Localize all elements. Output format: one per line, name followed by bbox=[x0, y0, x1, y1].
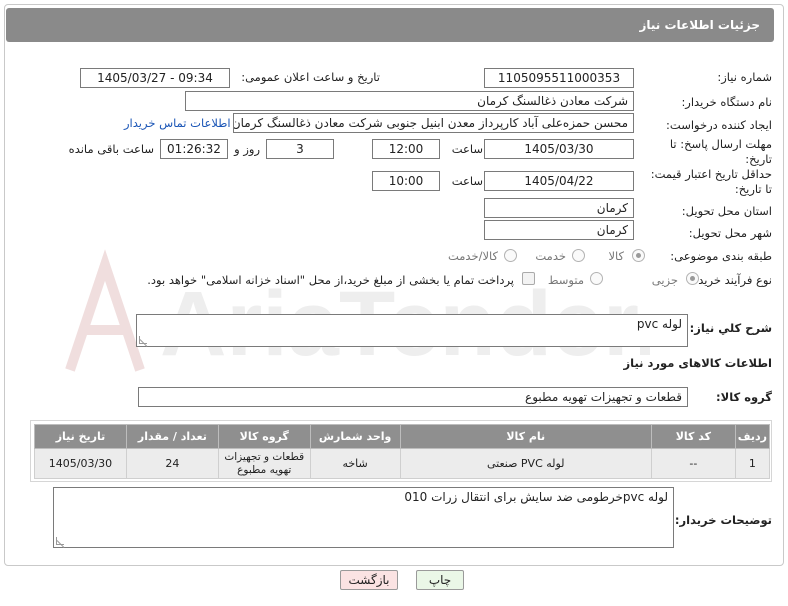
goods-group-label: گروه کالا: bbox=[716, 390, 772, 404]
process-minor-label: جزیی bbox=[651, 273, 678, 287]
treasury-payment-note: پرداخت تمام یا بخشی از مبلغ خرید،از محل … bbox=[147, 273, 514, 287]
city-label: شهر محل تحویل: bbox=[688, 226, 772, 240]
validity-date-field: 1405/04/22 bbox=[484, 171, 634, 191]
deadline-date-field: 1405/03/30 bbox=[484, 139, 634, 159]
deadline-time-label: ساعت bbox=[451, 142, 483, 156]
resize-grip[interactable] bbox=[139, 336, 147, 344]
buyer-org-label: نام دستگاه خریدار: bbox=[681, 95, 772, 109]
buyer-notes-textarea: لوله pvcخرطومی ضد سایش برای انتقال زرات … bbox=[53, 487, 674, 548]
process-radio-medium[interactable] bbox=[590, 272, 603, 285]
process-medium-label: متوسط bbox=[547, 273, 584, 287]
category-label: طبقه بندی موضوعی: bbox=[670, 249, 772, 263]
buyer-org-field: شرکت معادن ذغالسنگ کرمان bbox=[185, 91, 634, 111]
cell-date: 1405/03/30 bbox=[34, 448, 127, 479]
requester-field: محسن حمزه‌علی آباد کارپرداز معدن ابنیل ج… bbox=[233, 113, 634, 133]
summary-label: شرح کلي نياز: bbox=[689, 321, 772, 335]
back-button[interactable]: بازگشت bbox=[340, 570, 398, 590]
print-button[interactable]: چاپ bbox=[416, 570, 464, 590]
category-radio-service[interactable] bbox=[572, 249, 585, 262]
province-label: استان محل تحویل: bbox=[681, 204, 772, 218]
need-number-field: 1105095511000353 bbox=[484, 68, 634, 88]
col-code: کد کالا bbox=[650, 424, 736, 449]
buyer-contact-link[interactable]: اطلاعات تماس خریدار bbox=[124, 116, 231, 130]
cell-name: لوله PVC صنعتی bbox=[399, 448, 652, 479]
cell-group: قطعات و تجهیزات تهویه مطبوع bbox=[217, 448, 311, 479]
category-radio-goods[interactable] bbox=[632, 249, 645, 262]
announce-datetime-field: 1405/03/27 - 09:34 bbox=[80, 68, 230, 88]
col-unit: واحد شمارش bbox=[309, 424, 401, 449]
validity-label: حداقل تاریخ اعتبار قیمت: bbox=[650, 167, 772, 181]
col-qty: تعداد / مقدار bbox=[125, 424, 219, 449]
cell-unit: شاخه bbox=[309, 448, 401, 479]
panel-header: جزئیات اطلاعات نیاز bbox=[6, 8, 774, 42]
category-goods-service-label: کالا/خدمت bbox=[447, 249, 498, 263]
buyer-notes-label: توضیحات خریدار: bbox=[674, 513, 772, 527]
category-radio-goods-service[interactable] bbox=[504, 249, 517, 262]
goods-table: ردیف کد کالا نام کالا واحد شمارش گروه کا… bbox=[34, 424, 771, 479]
validity-time-field: 10:00 bbox=[372, 171, 440, 191]
goods-section-title: اطلاعات کالاهای مورد نیاز bbox=[623, 356, 772, 370]
city-field: کرمان bbox=[484, 220, 634, 240]
col-row: ردیف bbox=[734, 424, 771, 449]
deadline-label: مهلت ارسال پاسخ: تا bbox=[669, 137, 772, 151]
province-field: کرمان bbox=[484, 198, 634, 218]
goods-group-field: قطعات و تجهیزات تهویه مطبوع bbox=[138, 387, 688, 407]
remaining-time-field: 01:26:32 bbox=[160, 139, 228, 159]
treasury-payment-checkbox[interactable] bbox=[522, 272, 535, 285]
summary-text: لوله pvc bbox=[636, 317, 682, 331]
resize-grip[interactable] bbox=[56, 537, 64, 545]
deadline-label-date: تاریخ: bbox=[745, 152, 772, 166]
cell-code: -- bbox=[650, 448, 736, 479]
validity-label-date: تا تاریخ: bbox=[734, 182, 772, 196]
col-group: گروه کالا bbox=[217, 424, 311, 449]
remaining-time-label: ساعت باقی مانده bbox=[68, 142, 154, 156]
summary-textarea: لوله pvc bbox=[136, 314, 688, 347]
announce-label: تاریخ و ساعت اعلان عمومی: bbox=[241, 70, 380, 84]
table-row: 1 -- لوله PVC صنعتی شاخه قطعات و تجهیزات… bbox=[34, 448, 771, 479]
category-service-label: خدمت bbox=[535, 249, 566, 263]
buyer-notes-text: لوله pvcخرطومی ضد سایش برای انتقال زرات … bbox=[404, 490, 668, 504]
cell-row: 1 bbox=[734, 448, 771, 479]
requester-label: ایجاد کننده درخواست: bbox=[666, 118, 772, 132]
validity-time-label: ساعت bbox=[451, 174, 483, 188]
cell-qty: 24 bbox=[125, 448, 219, 479]
process-radio-minor[interactable] bbox=[686, 272, 699, 285]
need-number-label: شماره نیاز: bbox=[717, 70, 772, 84]
deadline-time-field: 12:00 bbox=[372, 139, 440, 159]
col-date: تاریخ نیاز bbox=[34, 424, 127, 449]
goods-table-container: ردیف کد کالا نام کالا واحد شمارش گروه کا… bbox=[30, 420, 772, 482]
days-label: روز و bbox=[234, 142, 260, 156]
category-goods-label: کالا bbox=[608, 249, 624, 263]
process-label: نوع فرآیند خرید : bbox=[690, 273, 772, 287]
days-remaining-field: 3 bbox=[266, 139, 334, 159]
col-name: نام کالا bbox=[399, 424, 652, 449]
